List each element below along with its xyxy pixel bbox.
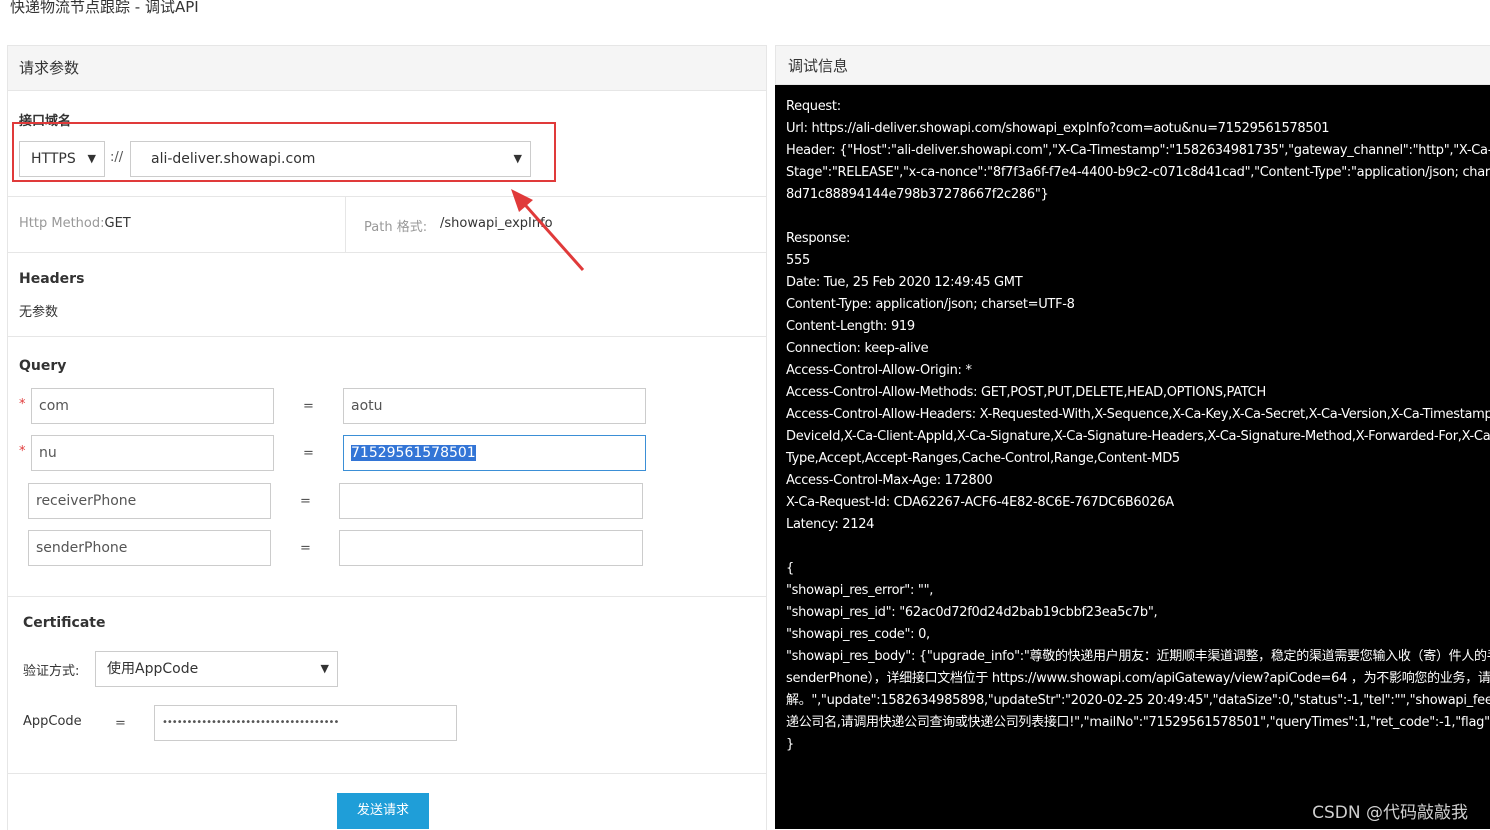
appcode-input[interactable]: •••••••••••••••••••••••••••••••••••• [154,705,457,741]
debug-line: Connection: keep-alive [786,341,929,356]
query-value-receiverphone[interactable] [339,483,643,519]
debug-line: Access-Control-Allow-Headers: X-Requeste… [786,407,1490,422]
debug-panel: 调试信息 Request: Url: https://ali-deliver.sh… [775,45,1490,829]
query-key-receiverphone[interactable]: receiverPhone [28,483,271,519]
debug-line: Type,Accept,Accept-Ranges,Cache-Control,… [786,451,1180,466]
host-value: ali-deliver.showapi.com [151,151,316,167]
chevron-down-icon: ▼ [513,152,522,165]
debug-line: X-Ca-Request-Id: CDA62267-ACF6-4E82-8C6E… [786,495,1174,510]
equals-sign: = [300,494,311,509]
debug-line: senderPhone），详细接口文档位于 https://www.showap… [786,671,1490,686]
verify-method-value: 使用AppCode [107,661,199,677]
required-marker: * [19,397,26,412]
divider [8,596,766,597]
debug-line: 8d71c88894144e798b37278667f2c286"} [786,187,1049,202]
divider [8,773,766,774]
equals-sign: = [303,446,314,461]
debug-line [786,206,1490,228]
http-method: Http Method:GET [19,216,131,231]
page-title: 快递物流节点跟踪 - 调试API [10,0,199,16]
query-key-senderphone[interactable]: senderPhone [28,530,271,566]
query-value-com[interactable]: aotu [343,388,646,424]
appcode-label: AppCode [23,714,82,729]
certificate-title: Certificate [23,615,106,631]
send-request-button[interactable]: 发送请求 [337,793,429,829]
protocol-select[interactable]: HTTPS ▼ [19,141,105,177]
query-key-nu[interactable]: nu [31,435,274,471]
query-title: Query [19,358,67,374]
http-method-value: GET [104,216,131,231]
debug-output: Request: Url: https://ali-deliver.showapi… [786,96,1490,756]
debug-line: "showapi_res_error": "", [786,583,934,598]
divider [8,252,766,253]
debug-panel-title: 调试信息 [775,45,1490,85]
protocol-separator: :// [110,150,124,165]
debug-line: Stage":"RELEASE","x-ca-nonce":"8f7f3a6f-… [786,165,1490,180]
debug-line: } [786,737,794,752]
divider [345,196,346,252]
divider [8,196,766,197]
debug-line: Date: Tue, 25 Feb 2020 12:49:45 GMT [786,275,1023,290]
debug-line: Content-Length: 919 [786,319,915,334]
http-method-label: Http Method: [19,216,105,231]
equals-sign: = [115,716,126,731]
debug-line: { [786,561,794,576]
debug-line: Access-Control-Max-Age: 172800 [786,473,993,488]
debug-line: Content-Type: application/json; charset=… [786,297,1075,312]
request-panel: 请求参数 接口域名 HTTPS ▼ :// ali-deliver.showap… [7,45,767,830]
debug-line: Access-Control-Allow-Origin: * [786,363,972,378]
debug-line: "showapi_res_id": "62ac0d72f0d24d2bab19c… [786,605,1158,620]
debug-line: "showapi_res_body": {"upgrade_info":"尊敬的… [786,649,1490,664]
equals-sign: = [303,399,314,414]
divider [8,336,766,337]
query-value-senderphone[interactable] [339,530,643,566]
debug-line: Request: [786,99,841,114]
required-marker: * [19,444,26,459]
debug-line: Latency: 2124 [786,517,875,532]
verify-method-label: 验证方式: [23,664,80,679]
path-format-label: Path 格式: [364,220,428,235]
debug-line [786,536,1490,558]
verify-method-select[interactable]: 使用AppCode ▼ [95,651,338,687]
debug-line: 解。","update":1582634985898,"updateStr":"… [786,693,1490,708]
query-key-com[interactable]: com [31,388,274,424]
debug-line: Response: [786,231,851,246]
debug-line: Header: {"Host":"ali-deliver.showapi.com… [786,143,1490,158]
debug-line: DeviceId,X-Ca-Client-AppId,X-Ca-Signatur… [786,429,1490,444]
request-panel-title: 请求参数 [8,46,766,91]
debug-line: 递公司名,请调用快递公司查询或快递公司列表接口!","mailNo":"7152… [786,715,1490,730]
headers-empty-text: 无参数 [19,305,59,320]
chevron-down-icon: ▼ [320,662,329,675]
host-select[interactable]: ali-deliver.showapi.com ▼ [130,141,531,177]
headers-title: Headers [19,271,85,287]
annotation-arrow-icon [511,189,585,271]
chevron-down-icon: ▼ [87,152,96,165]
debug-line: Url: https://ali-deliver.showapi.com/sho… [786,121,1330,136]
debug-line: Access-Control-Allow-Methods: GET,POST,P… [786,385,1266,400]
debug-line: 555 [786,253,810,268]
equals-sign: = [300,541,311,556]
protocol-value: HTTPS [31,151,76,167]
debug-line: "showapi_res_code": 0, [786,627,930,642]
watermark: CSDN @代码敲敲我 [1312,803,1468,823]
selected-text: 71529561578501 [351,445,476,461]
query-value-nu[interactable]: 71529561578501 [343,435,646,471]
